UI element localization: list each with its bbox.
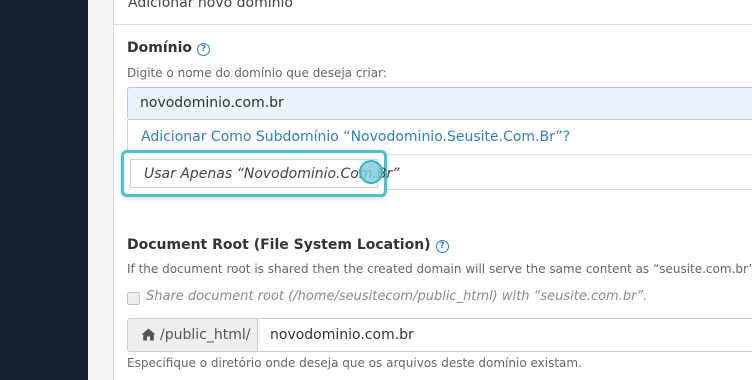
- share-docroot-checkbox[interactable]: [127, 292, 140, 305]
- panel-heading: Adicionar novo domínio: [114, 0, 752, 25]
- domain-label: Domínio: [127, 40, 193, 56]
- share-docroot-label: Share document root (/home/seusitecom/pu…: [146, 289, 648, 304]
- domain-input[interactable]: novodominio.com.br: [127, 87, 752, 120]
- docroot-prefix: /public_html/: [127, 318, 258, 352]
- question-circle-icon[interactable]: ?: [435, 240, 449, 253]
- left-sidebar: [0, 0, 88, 380]
- docroot-input[interactable]: novodominio.com.br: [257, 318, 752, 352]
- click-cursor-indicator: [359, 160, 383, 184]
- question-circle-icon[interactable]: ?: [197, 43, 211, 56]
- home-icon: [141, 321, 156, 353]
- docroot-prefix-label: /public_html/: [160, 327, 251, 343]
- suggestion-use-only-highlight[interactable]: Usar Apenas “Novodominio.Com.Br”: [121, 150, 400, 197]
- domain-hint: Digite o nome do domínio que deseja cria…: [127, 66, 387, 80]
- suggestion-use-only[interactable]: Usar Apenas “Novodominio.Com.Br”: [130, 159, 400, 188]
- docroot-label-row: Document Root (File System Location)?: [127, 237, 449, 253]
- domain-label-row: Domínio?: [127, 40, 211, 56]
- docroot-hint: If the document root is shared then the …: [127, 262, 752, 276]
- panel-title: Adicionar novo domínio: [128, 0, 293, 11]
- suggestion-add-subdomain[interactable]: Adicionar Como Subdomínio “Novodominio.S…: [141, 129, 570, 145]
- docroot-footer-hint: Especifique o diretório onde deseja que …: [127, 356, 582, 370]
- docroot-label: Document Root (File System Location): [127, 237, 431, 253]
- docroot-input-group: /public_html/ novodominio.com.br: [127, 318, 752, 352]
- content-gutter: [88, 0, 114, 380]
